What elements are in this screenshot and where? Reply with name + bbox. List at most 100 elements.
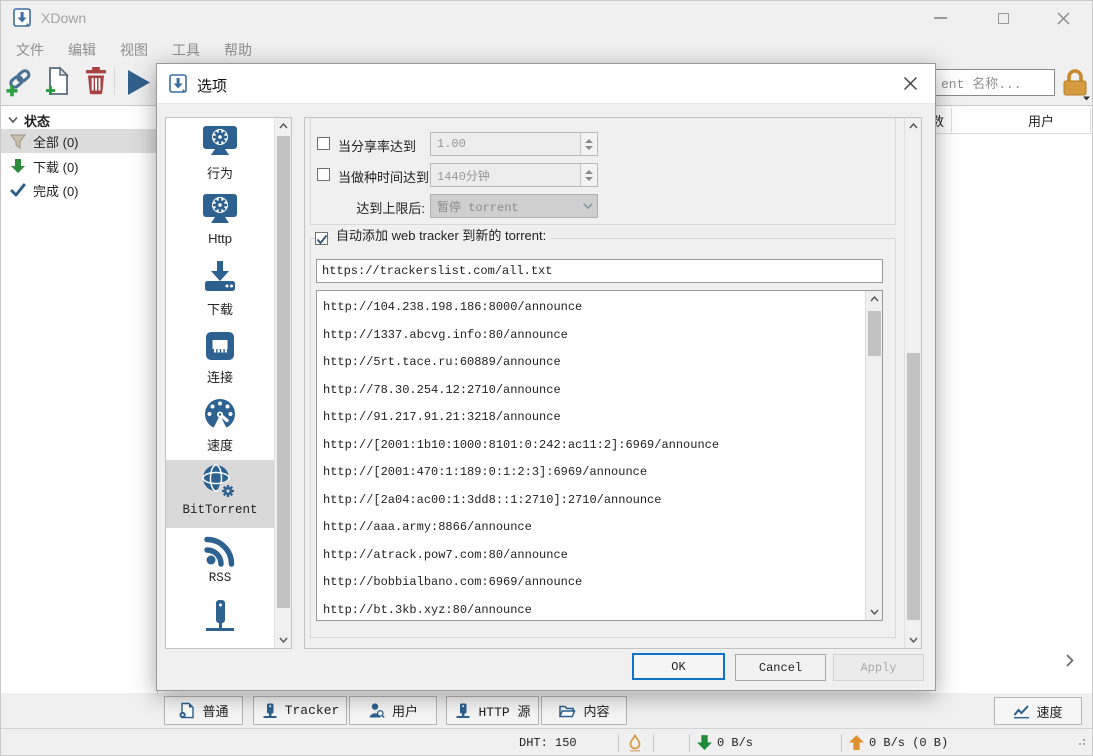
tab-tracker[interactable]: Tracker bbox=[253, 696, 347, 725]
tracker-row[interactable]: http://bt.3kb.xyz:80/announce bbox=[317, 597, 857, 622]
chevron-down-icon bbox=[8, 116, 18, 124]
tracker-row[interactable]: http://1337.abcvg.info:80/announce bbox=[317, 322, 857, 349]
column-separator[interactable] bbox=[951, 108, 952, 132]
scrollbar-thumb[interactable] bbox=[277, 136, 290, 608]
flame-icon[interactable] bbox=[627, 734, 643, 755]
tab-http-source[interactable]: HTTP 源 bbox=[446, 696, 539, 725]
seed-time-input[interactable]: 1440分钟 bbox=[430, 163, 598, 187]
seed-time-checkbox[interactable] bbox=[317, 168, 330, 181]
download-tray-icon bbox=[200, 258, 240, 298]
monitor-gear-icon bbox=[200, 190, 240, 230]
close-button[interactable] bbox=[1041, 1, 1086, 35]
nav-item-rss[interactable]: RSS bbox=[166, 528, 274, 596]
user-search-icon bbox=[368, 702, 385, 719]
check-icon bbox=[316, 234, 328, 245]
ok-button[interactable]: OK bbox=[632, 653, 725, 680]
nav-item-http[interactable]: Http bbox=[166, 188, 274, 256]
scroll-down-icon[interactable] bbox=[905, 632, 922, 648]
limit-action-dropdown[interactable]: 暂停 torrent bbox=[430, 194, 598, 218]
lock-button[interactable] bbox=[1058, 67, 1092, 101]
tracker-row[interactable]: http://aaa.army:8866/announce bbox=[317, 514, 857, 541]
tree-header[interactable]: 状态 bbox=[1, 109, 50, 131]
scrollbar-thumb[interactable] bbox=[868, 311, 881, 356]
filter-funnel-icon bbox=[10, 134, 26, 149]
tree-header-label: 状态 bbox=[24, 111, 50, 130]
tab-label: 用户 bbox=[392, 701, 418, 720]
add-file-icon bbox=[43, 66, 73, 96]
sidebar-item-downloading[interactable]: 下载 (0) bbox=[1, 154, 158, 178]
tracker-list[interactable]: http://104.238.198.186:8000/announce htt… bbox=[316, 290, 883, 621]
check-icon bbox=[10, 182, 26, 198]
dialog-content-panel: 做种限制 当分享率达到 1.00 当做种时间达到 1440分钟 达到上限后: 暂… bbox=[304, 117, 922, 649]
scroll-up-icon[interactable] bbox=[866, 291, 883, 307]
scroll-up-icon[interactable] bbox=[905, 118, 922, 134]
start-button[interactable] bbox=[121, 66, 153, 98]
add-link-button[interactable] bbox=[5, 66, 37, 98]
share-ratio-input[interactable]: 1.00 bbox=[430, 132, 598, 156]
ethernet-icon bbox=[200, 326, 240, 366]
tracker-row[interactable]: http://[2a04:ac00:1:3dd8::1:2710]:2710/a… bbox=[317, 487, 857, 514]
tracker-row[interactable]: http://bobbialbano.com:6969/announce bbox=[317, 569, 857, 596]
menu-help[interactable]: 帮助 bbox=[217, 37, 259, 63]
column-header-user[interactable]: 用户 bbox=[1009, 111, 1073, 130]
tracker-row[interactable]: http://[2001:1b10:1000:8101:0:242:ac11:2… bbox=[317, 432, 857, 459]
scroll-up-icon[interactable] bbox=[275, 118, 292, 134]
cancel-button[interactable]: Cancel bbox=[735, 654, 826, 681]
http-source-icon bbox=[454, 702, 471, 719]
device-icon bbox=[200, 598, 240, 638]
statusbar: DHT: 150 0 B/s 0 B/s (0 B) bbox=[1, 728, 1093, 756]
upload-speed: 0 B/s (0 B) bbox=[869, 736, 948, 750]
minimize-button[interactable] bbox=[918, 1, 963, 35]
nav-item-bittorrent[interactable]: BitTorrent bbox=[166, 460, 274, 528]
menu-tools[interactable]: 工具 bbox=[165, 37, 207, 63]
panel-scrollbar[interactable] bbox=[904, 118, 921, 648]
play-icon bbox=[122, 67, 152, 97]
tracker-url-input[interactable]: https://trackerslist.com/all.txt bbox=[316, 259, 883, 283]
tracker-list-scrollbar[interactable] bbox=[865, 291, 882, 620]
status-panel: 状态 全部 (0) 下载 (0) 完成 (0) bbox=[1, 105, 158, 693]
line-chart-icon bbox=[1013, 703, 1030, 719]
speed-graph-button[interactable]: 速度 bbox=[994, 697, 1082, 725]
tab-users[interactable]: 用户 bbox=[349, 696, 437, 725]
tracker-row[interactable]: http://91.217.91.21:3218/announce bbox=[317, 404, 857, 431]
nav-item-speed[interactable]: 速度 bbox=[166, 392, 274, 460]
options-dialog: 选项 行为 Http 下载 bbox=[156, 63, 936, 691]
seed-time-label: 当做种时间达到 bbox=[338, 167, 429, 186]
chevron-right-icon[interactable] bbox=[1066, 654, 1074, 670]
download-speed-icon bbox=[696, 734, 713, 754]
scroll-down-icon[interactable] bbox=[275, 632, 292, 648]
tab-content[interactable]: 内容 bbox=[541, 696, 627, 725]
nav-scrollbar[interactable] bbox=[274, 118, 291, 648]
column-separator[interactable] bbox=[1090, 108, 1091, 132]
sidebar-item-all[interactable]: 全部 (0) bbox=[1, 129, 158, 153]
spinner-buttons[interactable] bbox=[580, 133, 597, 155]
add-file-button[interactable] bbox=[42, 65, 74, 97]
nav-item-partial[interactable] bbox=[166, 596, 274, 649]
menu-view[interactable]: 视图 bbox=[113, 37, 155, 63]
tab-general[interactable]: 普通 bbox=[164, 696, 243, 725]
window-title: XDown bbox=[41, 10, 86, 26]
sidebar-item-completed[interactable]: 完成 (0) bbox=[1, 178, 158, 202]
nav-item-download[interactable]: 下载 bbox=[166, 256, 274, 324]
auto-tracker-checkbox[interactable] bbox=[315, 232, 328, 245]
tracker-row[interactable]: http://78.30.254.12:2710/announce bbox=[317, 377, 857, 404]
nav-item-behavior[interactable]: 行为 bbox=[166, 120, 274, 188]
folder-open-icon bbox=[558, 703, 576, 719]
menu-edit[interactable]: 编辑 bbox=[61, 37, 103, 63]
share-ratio-checkbox[interactable] bbox=[317, 137, 330, 150]
nav-item-connection[interactable]: 连接 bbox=[166, 324, 274, 392]
tab-label: 普通 bbox=[202, 701, 228, 720]
menu-file[interactable]: 文件 bbox=[9, 37, 51, 63]
spinner-buttons[interactable] bbox=[580, 164, 597, 186]
scroll-down-icon[interactable] bbox=[866, 604, 883, 620]
tracker-row[interactable]: http://atrack.pow7.com:80/announce bbox=[317, 542, 857, 569]
tracker-row[interactable]: http://5rt.tace.ru:60889/announce bbox=[317, 349, 857, 376]
dialog-close-button[interactable] bbox=[903, 76, 921, 94]
doc-gear-icon bbox=[178, 702, 195, 719]
tracker-row[interactable]: http://104.238.198.186:8000/announce bbox=[317, 294, 857, 321]
maximize-button[interactable] bbox=[981, 1, 1026, 35]
tracker-row[interactable]: http://[2001:470:1:189:0:1:2:3]:6969/ann… bbox=[317, 459, 857, 486]
delete-button[interactable] bbox=[80, 65, 112, 97]
scrollbar-thumb[interactable] bbox=[907, 353, 920, 620]
apply-button[interactable]: Apply bbox=[833, 654, 924, 681]
